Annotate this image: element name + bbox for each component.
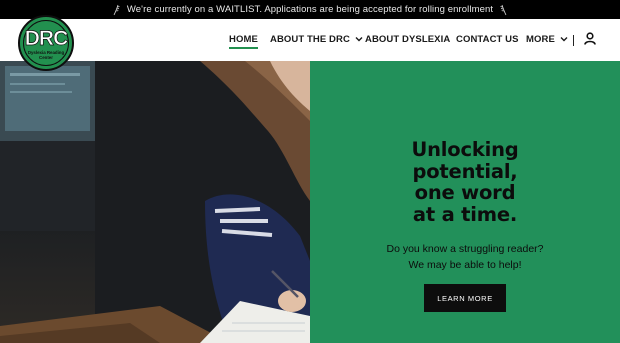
hero-panel: Unlocking potential, one word at a time.… (310, 61, 620, 343)
announcement-bar: We're currently on a WAITLIST. Applicati… (0, 0, 620, 19)
hero-tagline: Do you know a struggling reader? We may … (386, 243, 544, 271)
photo-illustration (0, 61, 310, 343)
wheat-sprig-icon (113, 4, 120, 15)
chevron-down-icon (560, 37, 568, 42)
nav-item-about-dyslexia[interactable]: ABOUT DYSLEXIA (365, 34, 450, 45)
nav-item-contact-us[interactable]: CONTACT US (456, 34, 519, 45)
hero-headline: Unlocking potential, one word at a time. (411, 138, 519, 226)
nav-item-about-the-drc[interactable]: ABOUT THE DRC (270, 34, 363, 45)
nav-divider (573, 35, 574, 46)
learn-more-button[interactable]: LEARN MORE (424, 284, 506, 312)
user-icon[interactable] (584, 32, 596, 45)
site-header: HOME ABOUT THE DRC ABOUT DYSLEXIA CONTAC… (0, 19, 620, 61)
child-writing-photo (0, 61, 310, 343)
logo-subtitle: Dyslexia Reading Center (27, 50, 65, 60)
announcement-text: We're currently on a WAITLIST. Applicati… (126, 4, 494, 15)
wheat-sprig-icon (500, 4, 507, 15)
logo-mark: DRC (24, 27, 68, 50)
nav-item-more[interactable]: MORE (526, 34, 568, 45)
drc-logo[interactable]: DRC Dyslexia Reading Center (18, 15, 74, 71)
chevron-down-icon (355, 37, 363, 42)
nav-item-home[interactable]: HOME (229, 34, 258, 49)
